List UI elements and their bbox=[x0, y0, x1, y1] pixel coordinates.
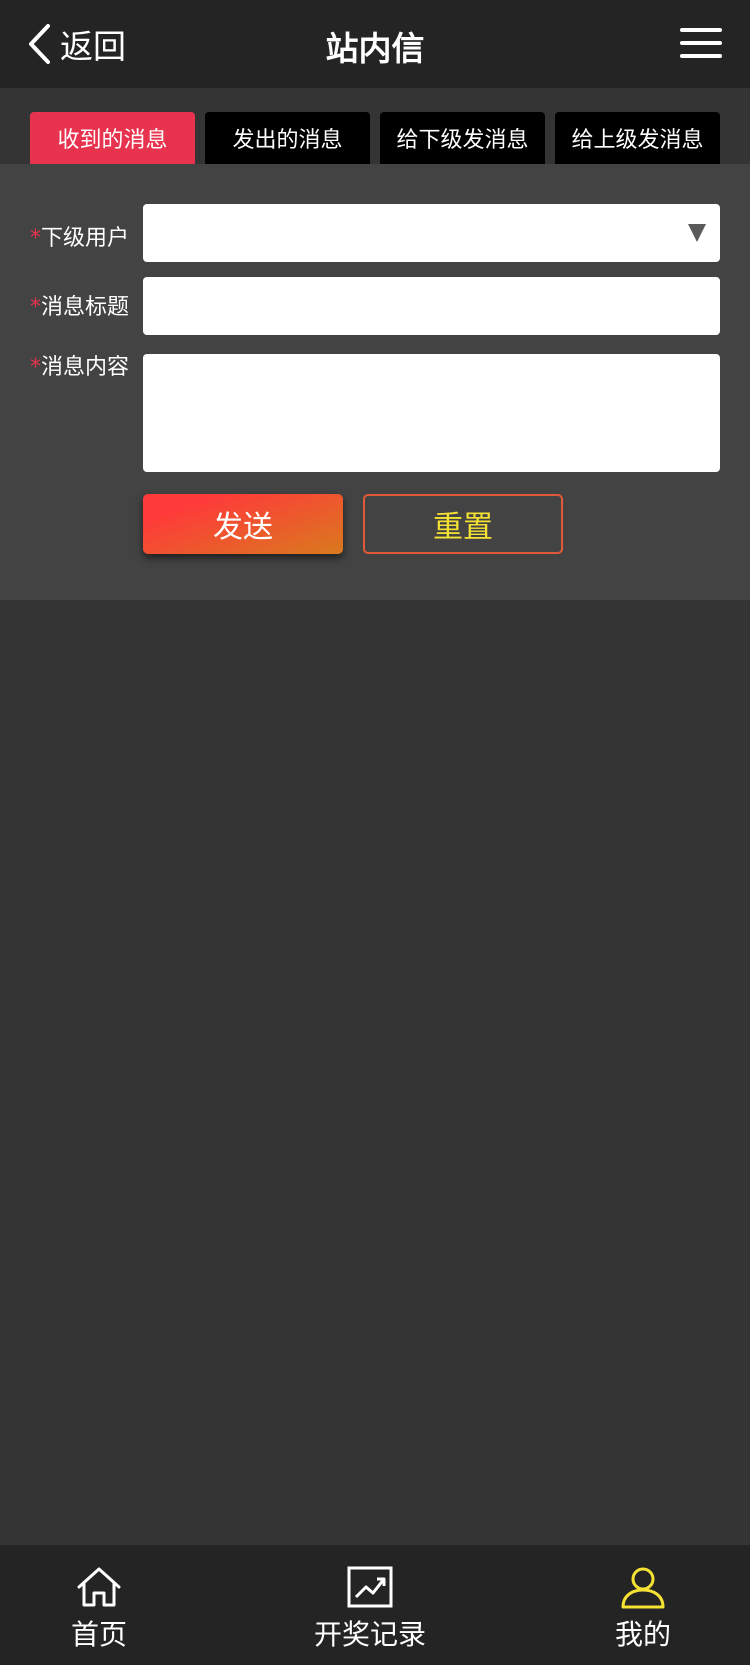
message-title-input[interactable] bbox=[143, 277, 720, 335]
message-form: *下级用户 *消息标题 *消息内容 发送 重置 bbox=[0, 164, 750, 600]
user-label-text: 下级用户 bbox=[41, 226, 130, 251]
top-header: 返回 站内信 bbox=[0, 0, 750, 88]
home-icon bbox=[77, 1567, 121, 1607]
chevron-left-icon bbox=[29, 24, 50, 64]
required-mark: * bbox=[30, 226, 41, 251]
user-label: *下级用户 bbox=[30, 220, 129, 252]
tab-received-messages[interactable]: 收到的消息 bbox=[30, 112, 195, 164]
required-mark: * bbox=[30, 355, 41, 380]
nav-home[interactable]: 首页 bbox=[14, 1565, 184, 1661]
title-label: *消息标题 bbox=[30, 289, 129, 321]
nav-draw-records[interactable]: 开奖记录 bbox=[285, 1565, 455, 1661]
content-label: *消息内容 bbox=[30, 349, 129, 381]
tab-sent-messages[interactable]: 发出的消息 bbox=[205, 112, 370, 164]
nav-home-label: 首页 bbox=[70, 1618, 127, 1651]
subordinate-user-select[interactable] bbox=[143, 204, 720, 262]
send-button[interactable]: 发送 bbox=[143, 494, 343, 554]
hamburger-menu-icon[interactable] bbox=[680, 26, 722, 60]
nav-draw-records-label: 开奖记录 bbox=[313, 1618, 426, 1651]
app-page: 返回 站内信 收到的消息 发出的消息 给下级发消息 给上级发消息 *下级用户 *… bbox=[0, 0, 750, 1665]
message-content-textarea[interactable] bbox=[143, 354, 720, 472]
back-button[interactable]: 返回 bbox=[26, 22, 126, 66]
user-icon bbox=[621, 1567, 665, 1609]
title-label-text: 消息标题 bbox=[41, 295, 130, 320]
chart-trend-icon bbox=[347, 1566, 393, 1608]
tab-message-superior[interactable]: 给上级发消息 bbox=[555, 112, 720, 164]
tab-message-subordinate[interactable]: 给下级发消息 bbox=[380, 112, 545, 164]
dropdown-arrow-icon bbox=[688, 224, 706, 242]
content-label-text: 消息内容 bbox=[41, 355, 130, 380]
bottom-nav: 首页 开奖记录 我的 bbox=[0, 1545, 750, 1665]
required-mark: * bbox=[30, 295, 41, 320]
back-label: 返回 bbox=[60, 27, 126, 66]
reset-button[interactable]: 重置 bbox=[363, 494, 563, 554]
nav-mine-label: 我的 bbox=[614, 1618, 671, 1651]
nav-mine[interactable]: 我的 bbox=[558, 1565, 728, 1661]
message-tabs: 收到的消息 发出的消息 给下级发消息 给上级发消息 bbox=[0, 88, 750, 164]
